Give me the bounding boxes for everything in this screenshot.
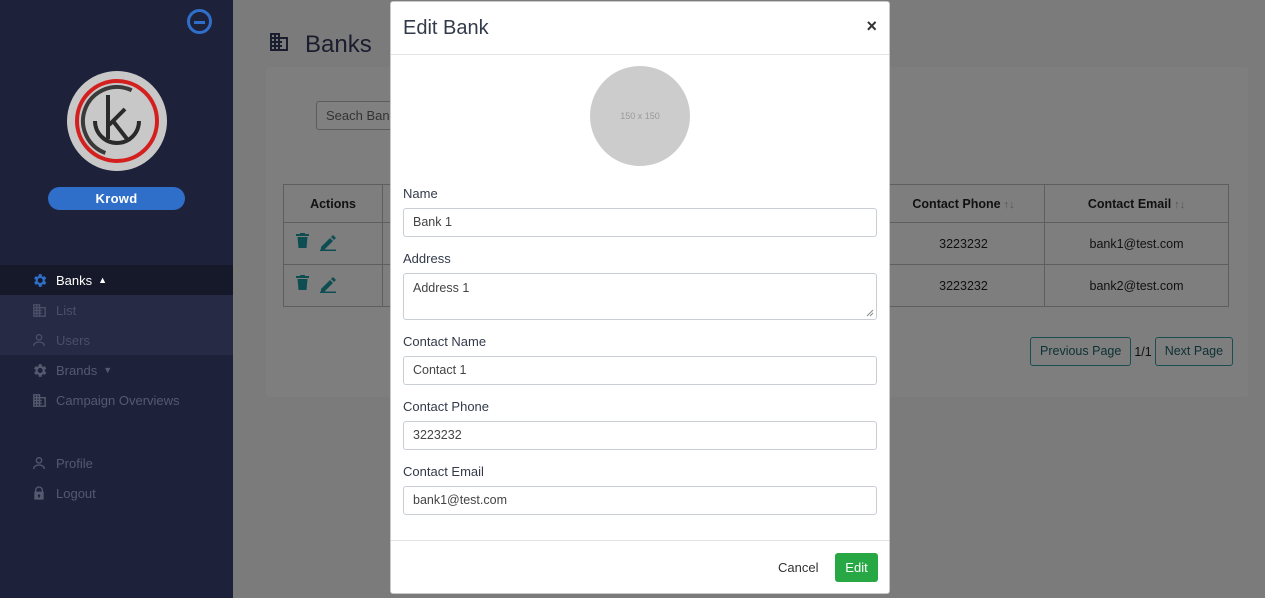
sidebar-item-profile[interactable]: Profile xyxy=(0,448,233,478)
sidebar-item-label: Banks xyxy=(56,272,93,288)
lock-icon xyxy=(30,484,48,502)
sidebar-item-label: Profile xyxy=(56,455,93,471)
sidebar-item-label: Campaign Overviews xyxy=(56,392,180,408)
caret-up-icon: ▲ xyxy=(98,275,108,285)
sidebar-item-users[interactable]: Users xyxy=(0,325,233,355)
trash-icon[interactable] xyxy=(296,275,309,296)
resize-grip-icon[interactable] xyxy=(866,309,874,317)
sort-icon[interactable]: ↑↓ xyxy=(1004,199,1015,211)
pagination: Previous Page 1/1 Next Page xyxy=(1030,337,1234,366)
modal-header: Edit Bank × xyxy=(391,2,889,55)
sidebar-item-logout[interactable]: Logout xyxy=(0,478,233,508)
sidebar-item-brands[interactable]: Brands ▼ xyxy=(0,355,233,385)
edit-button[interactable]: Edit xyxy=(835,553,878,582)
sidebar-item-label: Users xyxy=(56,332,90,348)
row-actions xyxy=(283,264,383,307)
modal-title: Edit Bank xyxy=(403,17,489,39)
cell-contact-phone: 3223232 xyxy=(882,222,1045,265)
column-header-contact-email[interactable]: Contact Email ↑↓ xyxy=(1044,184,1229,223)
cell-contact-email: bank1@test.com xyxy=(1044,222,1229,265)
avatar-placeholder[interactable]: 150 x 150 xyxy=(590,66,690,166)
cancel-button[interactable]: Cancel xyxy=(772,554,824,582)
sidebar-item-label: Logout xyxy=(56,485,96,501)
edit-icon[interactable] xyxy=(319,275,337,296)
page-info: 1/1 xyxy=(1134,344,1152,359)
contact-phone-label: Contact Phone xyxy=(403,399,490,414)
sidebar-item-label: List xyxy=(56,302,77,318)
column-header-actions: Actions xyxy=(283,184,383,223)
user-badge[interactable]: Krowd xyxy=(48,187,185,210)
name-input[interactable]: Bank 1 xyxy=(403,208,877,237)
page-title: Banks xyxy=(305,30,372,58)
sort-icon[interactable]: ↑↓ xyxy=(1174,199,1185,211)
contact-email-label: Contact Email xyxy=(403,464,484,479)
sidebar-item-campaign-overviews[interactable]: Campaign Overviews xyxy=(0,385,233,415)
name-label: Name xyxy=(403,186,438,201)
column-header-contact-phone[interactable]: Contact Phone ↑↓ xyxy=(882,184,1045,223)
sidebar: Krowd Banks ▲ List Users Brands ▼ Campai… xyxy=(0,0,233,598)
trash-icon[interactable] xyxy=(296,233,309,254)
building-icon xyxy=(267,30,291,59)
sidebar-nav: Banks ▲ List Users Brands ▼ Campaign Ove… xyxy=(0,265,233,508)
contact-name-input[interactable]: Contact 1 xyxy=(403,356,877,385)
page-header: Banks xyxy=(267,30,372,59)
address-textarea[interactable]: Address 1 xyxy=(403,273,877,320)
sidebar-item-banks[interactable]: Banks ▲ xyxy=(0,265,233,295)
contact-email-input[interactable]: bank1@test.com xyxy=(403,486,877,515)
cell-contact-email: bank2@test.com xyxy=(1044,264,1229,307)
building-icon xyxy=(30,301,48,319)
edit-icon[interactable] xyxy=(319,233,337,254)
row-actions xyxy=(283,222,383,265)
contact-phone-input[interactable]: 3223232 xyxy=(403,421,877,450)
sidebar-item-list[interactable]: List xyxy=(0,295,233,325)
edit-bank-modal: Edit Bank × 150 x 150 Name Bank 1 Addres… xyxy=(390,1,890,594)
previous-page-button[interactable]: Previous Page xyxy=(1030,337,1132,366)
logo xyxy=(67,71,167,171)
cell-contact-phone: 3223232 xyxy=(882,264,1045,307)
user-icon xyxy=(30,454,48,472)
building-icon xyxy=(30,391,48,409)
modal-footer: Cancel Edit xyxy=(391,540,889,594)
next-page-button[interactable]: Next Page xyxy=(1154,337,1234,366)
close-icon[interactable]: × xyxy=(866,16,877,37)
address-label: Address xyxy=(403,251,451,266)
collapse-sidebar-icon[interactable] xyxy=(187,9,212,34)
user-icon xyxy=(30,331,48,349)
caret-down-icon: ▼ xyxy=(103,365,113,375)
gear-icon xyxy=(30,361,48,379)
contact-name-label: Contact Name xyxy=(403,334,487,349)
sidebar-item-label: Brands xyxy=(56,362,98,378)
gear-icon xyxy=(30,271,48,289)
